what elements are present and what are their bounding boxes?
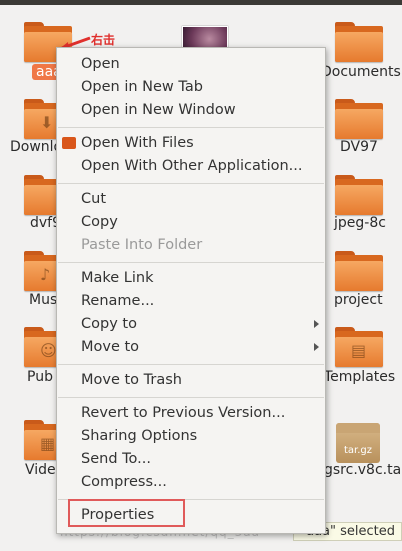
menu-item-label: Open With Files bbox=[81, 135, 194, 151]
menu-item-cut[interactable]: Cut bbox=[57, 189, 325, 211]
menu-item-label: Move to Trash bbox=[81, 372, 182, 388]
menu-item-label: Send To... bbox=[81, 451, 151, 467]
folder-icon[interactable] bbox=[335, 99, 383, 139]
menu-separator bbox=[58, 364, 324, 365]
menu-item-label: Compress... bbox=[81, 474, 167, 490]
documents-folder-icon[interactable] bbox=[335, 22, 383, 62]
files-icon bbox=[62, 137, 76, 149]
menu-item-move-to[interactable]: Move to bbox=[57, 337, 325, 359]
archive-tag: tar.gz bbox=[343, 445, 373, 456]
submenu-arrow-icon bbox=[314, 343, 319, 351]
menu-item-label: Make Link bbox=[81, 270, 154, 286]
menu-item-label: Open in New Window bbox=[81, 102, 236, 118]
menu-item-open-with-files[interactable]: Open With Files bbox=[57, 133, 325, 155]
folder-label-videos[interactable]: Vide bbox=[25, 462, 56, 478]
properties-highlight-box bbox=[68, 499, 185, 527]
context-menu: Open Open in New Tab Open in New Window … bbox=[56, 47, 326, 534]
menu-item-label: Rename... bbox=[81, 293, 155, 309]
templates-folder-icon[interactable]: ▤ bbox=[335, 327, 383, 367]
menu-item-open-with-other[interactable]: Open With Other Application... bbox=[57, 156, 325, 178]
folder-label-project[interactable]: project bbox=[334, 292, 383, 308]
menu-item-label: Paste Into Folder bbox=[81, 237, 203, 253]
folder-icon[interactable] bbox=[335, 175, 383, 215]
menu-item-rename[interactable]: Rename... bbox=[57, 291, 325, 313]
menu-item-label: Open bbox=[81, 56, 120, 72]
menu-item-send-to[interactable]: Send To... bbox=[57, 449, 325, 471]
menu-item-label: Cut bbox=[81, 191, 106, 207]
archive-icon[interactable]: tar.gz bbox=[336, 423, 380, 463]
folder-label-jpeg-8c[interactable]: jpeg-8c bbox=[334, 215, 386, 231]
menu-separator bbox=[58, 183, 324, 184]
menu-item-revert[interactable]: Revert to Previous Version... bbox=[57, 403, 325, 425]
menu-item-move-to-trash[interactable]: Move to Trash bbox=[57, 370, 325, 392]
folder-label-public[interactable]: Pub bbox=[27, 369, 53, 385]
folder-label-music[interactable]: Mus bbox=[29, 292, 57, 308]
menu-item-open-new-tab[interactable]: Open in New Tab bbox=[57, 77, 325, 99]
folder-label-downloads[interactable]: Downlo bbox=[10, 139, 62, 155]
menu-separator bbox=[58, 397, 324, 398]
menu-item-paste-into-folder: Paste Into Folder bbox=[57, 235, 325, 257]
menu-item-label: Move to bbox=[81, 339, 140, 355]
menu-item-sharing-options[interactable]: Sharing Options bbox=[57, 426, 325, 448]
menu-item-label: Copy to bbox=[81, 316, 137, 332]
folder-label-documents[interactable]: Documents bbox=[321, 64, 401, 80]
submenu-arrow-icon bbox=[314, 320, 319, 328]
folder-label-templates[interactable]: Templates bbox=[324, 369, 395, 385]
menu-separator bbox=[58, 262, 324, 263]
menu-item-copy-to[interactable]: Copy to bbox=[57, 314, 325, 336]
menu-item-copy[interactable]: Copy bbox=[57, 212, 325, 234]
menu-item-make-link[interactable]: Make Link bbox=[57, 268, 325, 290]
folder-label-dv97[interactable]: DV97 bbox=[340, 139, 378, 155]
menu-item-compress[interactable]: Compress... bbox=[57, 472, 325, 494]
menu-item-open[interactable]: Open bbox=[57, 54, 325, 76]
file-label-archive[interactable]: gsrc.v8c.tar. bbox=[324, 462, 402, 478]
menu-item-label: Open in New Tab bbox=[81, 79, 203, 95]
menu-item-label: Sharing Options bbox=[81, 428, 198, 444]
menu-separator bbox=[58, 127, 324, 128]
menu-item-label: Open With Other Application... bbox=[81, 158, 303, 174]
menu-item-label: Copy bbox=[81, 214, 118, 230]
menu-item-label: Revert to Previous Version... bbox=[81, 405, 286, 421]
menu-item-open-new-window[interactable]: Open in New Window bbox=[57, 100, 325, 122]
folder-icon[interactable] bbox=[335, 251, 383, 291]
annotation-text: 右击 bbox=[91, 33, 116, 47]
